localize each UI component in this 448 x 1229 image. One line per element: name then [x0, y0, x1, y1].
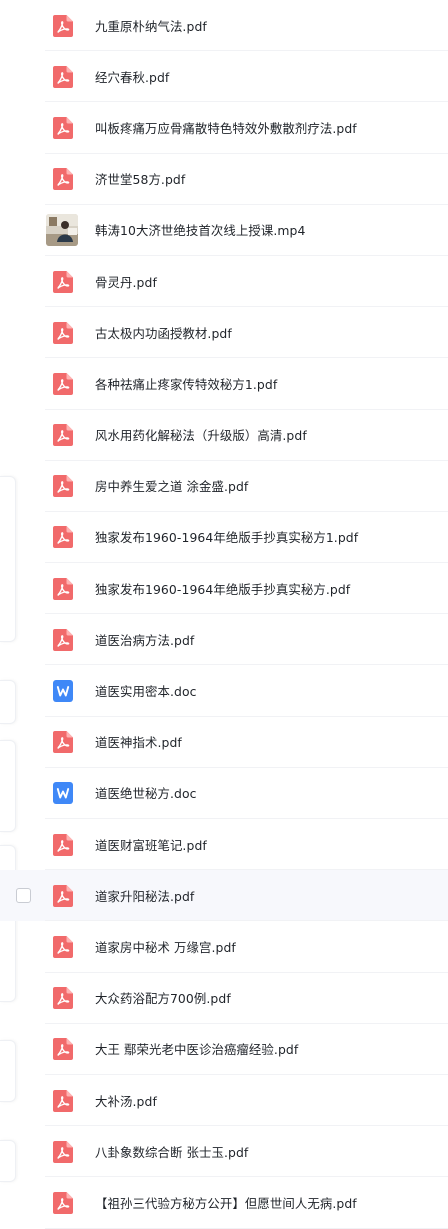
file-name[interactable]: 各种祛痛止疼家传特效秘方1.pdf: [95, 375, 277, 393]
pdf-icon: [52, 372, 74, 395]
pdf-icon: [52, 833, 74, 856]
file-row[interactable]: 道医财富班笔记.pdf: [0, 819, 448, 871]
pdf-icon: [52, 65, 74, 88]
file-name[interactable]: 道家房中秘术 万缘宫.pdf: [95, 938, 236, 956]
file-name[interactable]: 独家发布1960-1964年绝版手抄真实秘方.pdf: [95, 580, 350, 598]
file-name[interactable]: 古太极内功函授教材.pdf: [95, 324, 232, 342]
file-row[interactable]: 道医治病方法.pdf: [0, 614, 448, 666]
doc-icon: [52, 782, 74, 805]
file-name[interactable]: 风水用药化解秘法（升级版）高清.pdf: [95, 426, 307, 444]
file-row[interactable]: 大王 鄢荣光老中医诊治癌瘤经验.pdf: [0, 1024, 448, 1076]
file-row[interactable]: 【祖孙三代验方秘方公开】但愿世间人无病.pdf: [0, 1177, 448, 1229]
pdf-icon: [52, 526, 74, 549]
file-name[interactable]: 道医治病方法.pdf: [95, 631, 194, 649]
pdf-icon: [52, 270, 74, 293]
file-name[interactable]: 八卦象数综合断 张士玉.pdf: [95, 1143, 248, 1161]
file-row[interactable]: 独家发布1960-1964年绝版手抄真实秘方1.pdf: [0, 512, 448, 564]
file-name[interactable]: 济世堂58方.pdf: [95, 170, 185, 188]
file-row[interactable]: 道家房中秘术 万缘宫.pdf: [0, 921, 448, 973]
file-name[interactable]: 道家升阳秘法.pdf: [95, 887, 194, 905]
file-row[interactable]: 房中养生爱之道 涂金盛.pdf: [0, 461, 448, 513]
file-row[interactable]: 风水用药化解秘法（升级版）高清.pdf: [0, 410, 448, 461]
pdf-icon: [52, 731, 74, 754]
file-row[interactable]: 各种祛痛止疼家传特效秘方1.pdf: [0, 358, 448, 410]
file-name[interactable]: 大王 鄢荣光老中医诊治癌瘤经验.pdf: [95, 1040, 298, 1058]
file-row[interactable]: 经穴春秋.pdf: [0, 51, 448, 103]
file-row[interactable]: 九重原朴纳气法.pdf: [0, 0, 448, 52]
file-row[interactable]: 大补汤.pdf: [0, 1075, 448, 1127]
pdf-icon: [52, 987, 74, 1010]
file-name[interactable]: 九重原朴纳气法.pdf: [95, 17, 207, 35]
file-name[interactable]: 房中养生爱之道 涂金盛.pdf: [95, 477, 248, 495]
pdf-icon: [52, 475, 74, 498]
doc-icon: [52, 680, 74, 703]
row-checkbox[interactable]: [16, 888, 31, 904]
file-name[interactable]: 道医绝世秘方.doc: [95, 784, 197, 802]
file-name[interactable]: 大补汤.pdf: [95, 1092, 157, 1110]
file-row[interactable]: 道家升阳秘法.pdf: [0, 870, 448, 922]
file-row[interactable]: 道医绝世秘方.doc: [0, 768, 448, 820]
file-name[interactable]: 经穴春秋.pdf: [95, 68, 169, 86]
file-name[interactable]: 【祖孙三代验方秘方公开】但愿世间人无病.pdf: [95, 1194, 357, 1212]
pdf-icon: [52, 884, 74, 907]
pdf-icon: [52, 424, 74, 447]
pdf-icon: [52, 321, 74, 344]
file-row[interactable]: 济世堂58方.pdf: [0, 154, 448, 205]
pdf-icon: [52, 1191, 74, 1214]
file-name[interactable]: 道医财富班笔记.pdf: [95, 836, 207, 854]
file-list: 九重原朴纳气法.pdf 经穴春秋.pdf 叫板疼痛万应骨痛散特色特效外敷散剂疗法…: [0, 0, 448, 1229]
file-name[interactable]: 韩涛10大济世绝技首次线上授课.mp4: [95, 221, 306, 239]
pdf-icon: [52, 14, 74, 37]
video-thumbnail: [46, 214, 78, 247]
file-row[interactable]: 古太极内功函授教材.pdf: [0, 307, 448, 359]
file-name[interactable]: 大众药浴配方700例.pdf: [95, 989, 231, 1007]
pdf-icon: [52, 628, 74, 651]
pdf-icon: [52, 1038, 74, 1061]
file-name[interactable]: 道医实用密本.doc: [95, 682, 197, 700]
file-row[interactable]: 大众药浴配方700例.pdf: [0, 973, 448, 1024]
file-name[interactable]: 叫板疼痛万应骨痛散特色特效外敷散剂疗法.pdf: [95, 119, 357, 137]
pdf-icon: [52, 168, 74, 191]
file-row[interactable]: 道医神指术.pdf: [0, 717, 448, 769]
file-name[interactable]: 独家发布1960-1964年绝版手抄真实秘方1.pdf: [95, 528, 358, 546]
file-row[interactable]: 道医实用密本.doc: [0, 665, 448, 717]
file-row[interactable]: 八卦象数综合断 张士玉.pdf: [0, 1126, 448, 1178]
pdf-icon: [52, 577, 74, 600]
pdf-icon: [52, 935, 74, 958]
file-row[interactable]: 叫板疼痛万应骨痛散特色特效外敷散剂疗法.pdf: [0, 102, 448, 154]
pdf-icon: [52, 116, 74, 139]
file-row[interactable]: 骨灵丹.pdf: [0, 256, 448, 308]
pdf-icon: [52, 1089, 74, 1112]
file-name[interactable]: 道医神指术.pdf: [95, 733, 182, 751]
file-row[interactable]: 独家发布1960-1964年绝版手抄真实秘方.pdf: [0, 563, 448, 615]
pdf-icon: [52, 1140, 74, 1163]
file-row[interactable]: 韩涛10大济世绝技首次线上授课.mp4: [0, 205, 448, 257]
file-name[interactable]: 骨灵丹.pdf: [95, 273, 157, 291]
